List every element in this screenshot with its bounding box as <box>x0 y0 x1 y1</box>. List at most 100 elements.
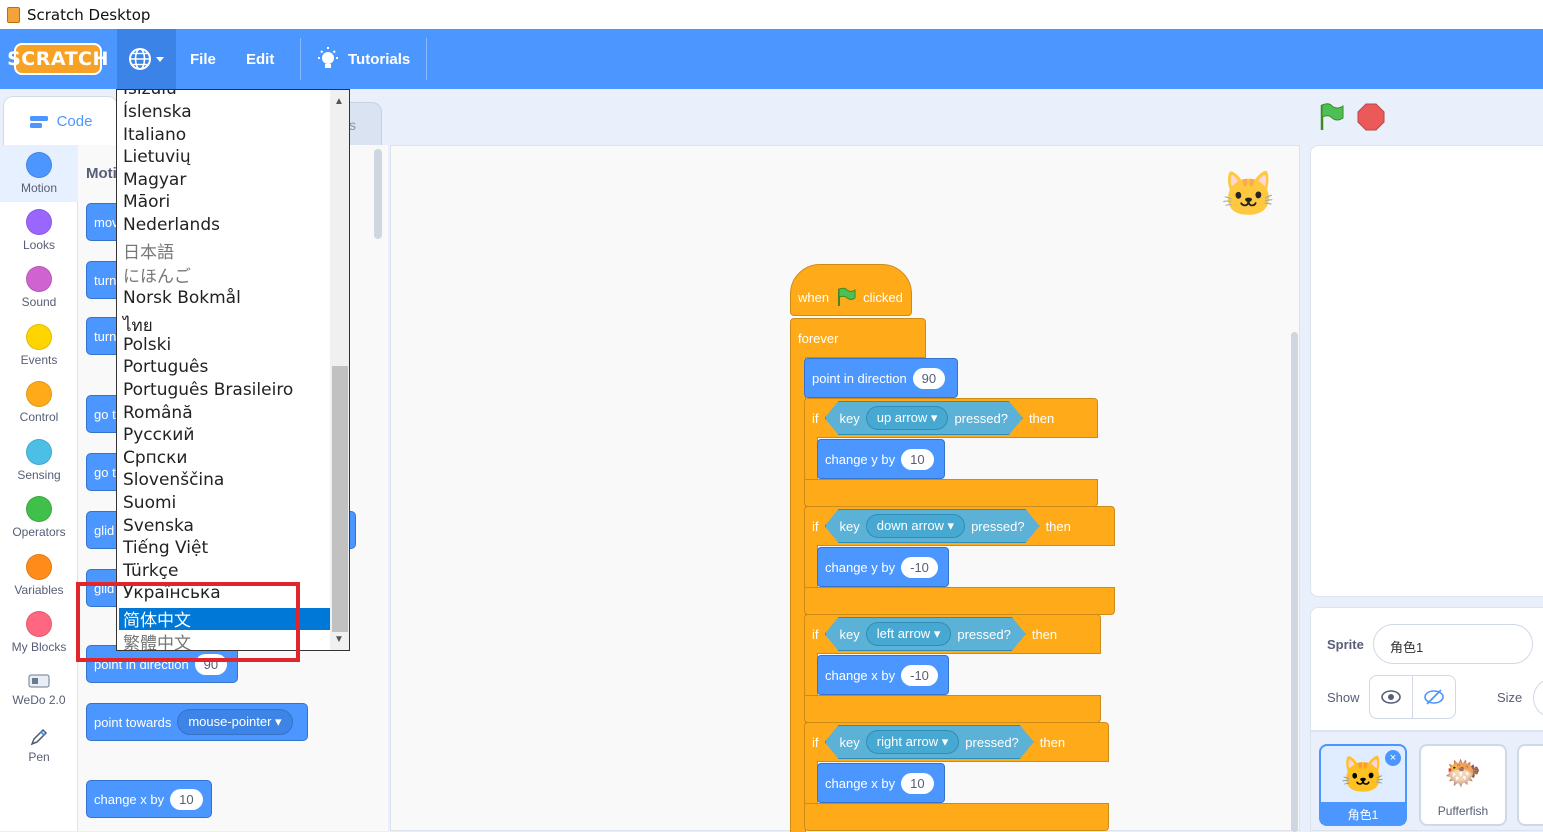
language-option[interactable]: ไทย <box>123 312 153 336</box>
category-events[interactable]: Events <box>0 317 78 374</box>
size-label: Size <box>1497 690 1523 705</box>
language-option[interactable]: Português Brasileiro <box>123 380 293 402</box>
language-option[interactable]: Íslenska <box>123 102 192 124</box>
language-option[interactable]: Isizulu <box>123 90 177 101</box>
towards-dropdown[interactable]: mouse-pointer ▾ <box>177 709 293 735</box>
sprite-thumbnail[interactable] <box>1517 744 1543 826</box>
category-label: Motion <box>20 181 58 195</box>
workspace-scrollbar[interactable] <box>1291 332 1298 832</box>
key-label: key <box>839 734 860 750</box>
language-option[interactable]: Português <box>123 357 208 379</box>
change-y-block[interactable]: change y by 10 <box>817 439 945 479</box>
category-looks[interactable]: Looks <box>0 202 78 259</box>
change-y-block[interactable]: change y by -10 <box>817 547 949 587</box>
key-dropdown[interactable]: up arrow ▾ <box>866 406 949 430</box>
key-dropdown[interactable]: down arrow ▾ <box>866 514 965 538</box>
file-menu[interactable]: File <box>190 29 216 89</box>
category-wedo[interactable]: WeDo 2.0 <box>0 661 78 718</box>
palette-block-point-towards[interactable]: point towards mouse-pointer ▾ <box>86 703 308 741</box>
forever-block[interactable]: forever <box>790 318 926 358</box>
category-operators[interactable]: Operators <box>0 489 78 546</box>
size-input[interactable] <box>1533 678 1543 718</box>
category-sensing[interactable]: Sensing <box>0 432 78 489</box>
language-option[interactable]: 日本語 <box>123 238 174 263</box>
language-option[interactable]: Polski <box>123 335 171 357</box>
category-variables[interactable]: Variables <box>0 547 78 604</box>
delete-sprite-icon[interactable]: × <box>1385 750 1401 766</box>
category-sound[interactable]: Sound <box>0 259 78 316</box>
key-pressed-sensor[interactable]: key right arrow ▾ pressed? <box>825 725 1034 759</box>
tutorials-menu[interactable]: Tutorials <box>316 29 410 89</box>
language-option[interactable]: Tiếng Việt <box>123 538 208 560</box>
scratch-logo[interactable]: SCRATCH <box>7 43 108 75</box>
language-button[interactable] <box>117 29 176 89</box>
green-flag-icon[interactable] <box>1316 102 1346 132</box>
wedo-icon <box>28 674 50 688</box>
language-option[interactable]: Nederlands <box>123 215 220 237</box>
stage-canvas[interactable] <box>1310 145 1543 597</box>
language-option[interactable]: Māori <box>123 192 170 214</box>
category-label: Operators <box>12 525 66 539</box>
category-motion[interactable]: Motion <box>0 145 78 202</box>
key-pressed-sensor[interactable]: key up arrow ▾ pressed? <box>825 401 1023 435</box>
direction-input[interactable]: 90 <box>912 367 946 389</box>
change-value-input[interactable]: 10 <box>901 772 934 794</box>
change-x-block[interactable]: change x by 10 <box>817 763 945 803</box>
dropdown-value: down arrow <box>876 518 944 533</box>
scroll-up-arrow-icon[interactable]: ▲ <box>334 96 344 107</box>
language-option[interactable]: Română <box>123 403 193 425</box>
scroll-down-arrow-icon[interactable]: ▼ <box>334 634 344 645</box>
change-value-input[interactable]: -10 <box>901 556 938 578</box>
code-blocks-icon <box>29 115 48 128</box>
palette-scrollbar[interactable] <box>374 149 382 239</box>
language-option[interactable]: Svenska <box>123 516 194 538</box>
if-block-up[interactable]: if key up arrow ▾ pressed? then <box>804 398 1098 438</box>
category-pen[interactable]: Pen <box>0 718 78 775</box>
language-option[interactable]: Suomi <box>123 493 176 515</box>
language-option[interactable]: Русский <box>123 425 194 447</box>
sprite-name-input[interactable]: 角色1 <box>1373 624 1533 664</box>
key-pressed-sensor[interactable]: key down arrow ▾ pressed? <box>825 509 1040 543</box>
when-flag-clicked-block[interactable]: when clicked <box>790 264 912 316</box>
if-arm <box>804 545 818 587</box>
show-visible-button[interactable] <box>1369 675 1413 719</box>
palette-block-change-x[interactable]: change x by 10 <box>86 780 212 818</box>
tab-code-label: Code <box>56 113 93 130</box>
window-titlebar: Scratch Desktop <box>0 0 1543 29</box>
language-option[interactable]: Magyar <box>123 170 186 192</box>
category-my-blocks[interactable]: My Blocks <box>0 604 78 661</box>
key-dropdown[interactable]: left arrow ▾ <box>866 622 952 646</box>
key-pressed-sensor[interactable]: key left arrow ▾ pressed? <box>825 617 1026 651</box>
language-option[interactable]: Slovenščina <box>123 470 224 492</box>
key-dropdown[interactable]: right arrow ▾ <box>866 730 960 754</box>
language-option[interactable]: Српски <box>123 448 187 470</box>
if-block-right[interactable]: if key right arrow ▾ pressed? then <box>804 722 1109 762</box>
window-title: Scratch Desktop <box>27 5 151 24</box>
language-option[interactable]: Italiano <box>123 125 186 147</box>
pufferfish-sprite-icon: 🐡 <box>1444 757 1482 790</box>
if-block-bottom <box>804 479 1098 507</box>
then-label: then <box>1031 626 1058 642</box>
script-workspace[interactable]: 🐱 when clicked forever point in directio… <box>390 145 1300 832</box>
point-in-direction-block[interactable]: point in direction 90 <box>804 358 958 398</box>
tab-code[interactable]: Code <box>3 96 118 146</box>
sprite-thumbnail[interactable]: 🐡 Pufferfish <box>1419 744 1507 826</box>
if-block-down[interactable]: if key down arrow ▾ pressed? then <box>804 506 1115 546</box>
show-hidden-button[interactable] <box>1412 675 1456 719</box>
change-x-input[interactable]: 10 <box>170 788 203 810</box>
change-value-input[interactable]: 10 <box>901 448 934 470</box>
category-control[interactable]: Control <box>0 374 78 431</box>
edit-menu[interactable]: Edit <box>246 29 274 89</box>
change-x-block[interactable]: change x by -10 <box>817 655 949 695</box>
language-option[interactable]: にほんご <box>123 262 191 287</box>
stop-sign-icon[interactable] <box>1356 102 1386 132</box>
language-menu-scroll-thumb[interactable] <box>332 366 348 632</box>
language-option[interactable]: Lietuvių <box>123 147 191 169</box>
change-value-input[interactable]: -10 <box>901 664 938 686</box>
sprite-info-panel: Sprite 角色1 Show Size <box>1310 607 1543 731</box>
sprite-thumbnail[interactable]: 🐱 角色1 × <box>1319 744 1407 826</box>
language-option[interactable]: Norsk Bokmål <box>123 288 241 310</box>
sprite-label: Sprite <box>1327 637 1364 652</box>
if-block-left[interactable]: if key left arrow ▾ pressed? then <box>804 614 1101 654</box>
language-option[interactable]: Türkçe <box>123 561 178 583</box>
